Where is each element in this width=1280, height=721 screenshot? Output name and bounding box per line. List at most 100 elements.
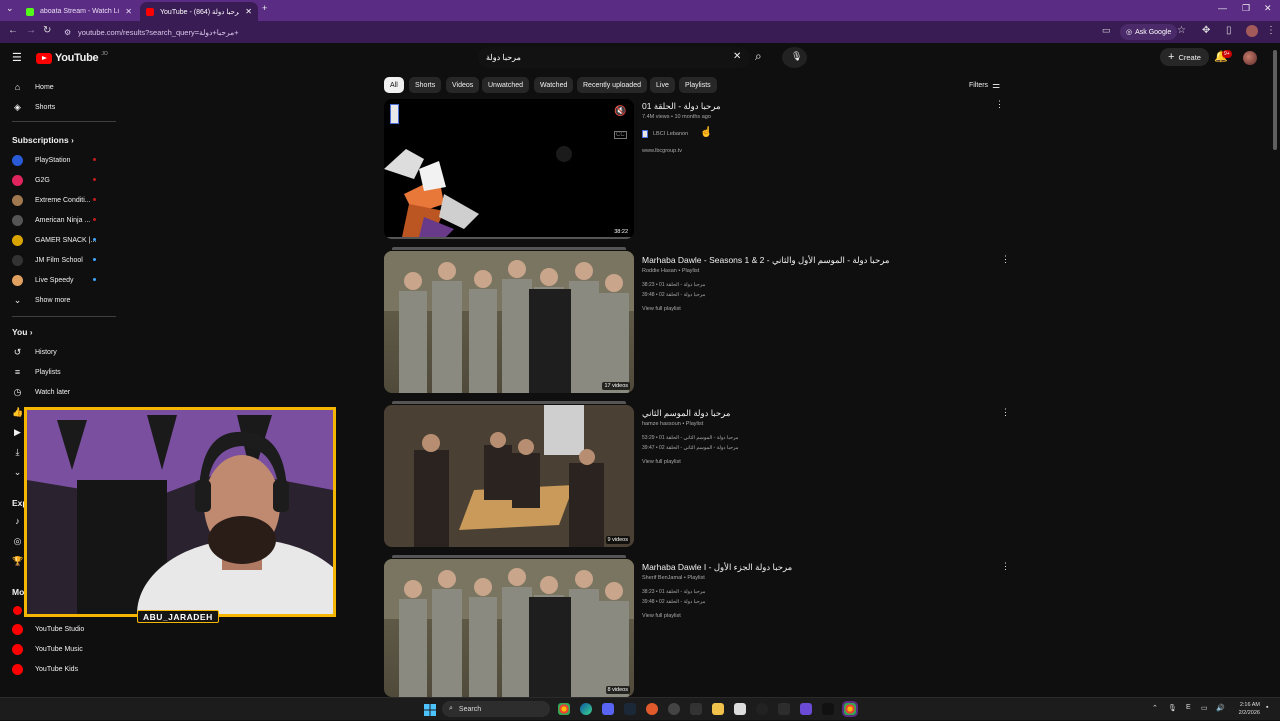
reload-icon[interactable]: ↻ <box>43 25 51 36</box>
youtube-premium-icon[interactable] <box>13 606 22 615</box>
app-taskbar-icon[interactable] <box>690 703 702 715</box>
more-actions-icon[interactable]: ⋮ <box>995 99 1004 110</box>
address-bar[interactable]: ⚙ youtube.com/results?search_query=مرحبا… <box>60 24 1110 40</box>
view-full-playlist-link[interactable]: View full playlist <box>642 613 681 619</box>
taskbar-search[interactable]: ⌕ Search <box>442 701 550 717</box>
profile-avatar[interactable] <box>1246 25 1258 37</box>
network-tray-icon[interactable]: ▭ <box>1201 704 1208 712</box>
your-videos-icon[interactable]: ▶ <box>12 427 23 438</box>
notifications-tray-icon[interactable]: ▪ <box>1266 704 1268 711</box>
sidebar-item-home[interactable]: ⌂ Home <box>12 82 54 92</box>
downloads-icon[interactable]: ⤓ <box>12 447 23 458</box>
obs-taskbar-icon[interactable] <box>646 703 658 715</box>
microphone-tray-icon[interactable]: 🎙 <box>1168 704 1177 712</box>
chip-playlists[interactable]: Playlists <box>679 77 717 93</box>
chip-live[interactable]: Live <box>650 77 675 93</box>
minimize-icon[interactable]: — <box>1218 3 1227 13</box>
more-actions-icon[interactable]: ⋮ <box>1001 407 1010 418</box>
sidebar-sub-gamer-snack[interactable]: GAMER SNACK |... <box>12 235 96 246</box>
chip-watched[interactable]: Watched <box>534 77 574 93</box>
back-arrow-icon[interactable]: ← <box>8 25 18 36</box>
more-actions-icon[interactable]: ⋮ <box>1001 254 1010 265</box>
trophy-icon[interactable]: 🏆 <box>12 556 23 567</box>
create-button[interactable]: + Create <box>1160 48 1209 66</box>
file-explorer-taskbar-icon[interactable] <box>712 703 724 715</box>
playlist-thumbnail[interactable]: 8 videos <box>384 559 634 697</box>
language-tray-icon[interactable]: E <box>1186 704 1191 711</box>
sidebar-item-playlists[interactable]: ≡ Playlists <box>12 367 61 377</box>
terminal-taskbar-icon[interactable] <box>822 703 834 715</box>
sidebar-sub-live-speedy[interactable]: Live Speedy <box>12 275 74 286</box>
playlist-episode[interactable]: 39:47 • مرحبا دولة - الموسم الثاني - الح… <box>642 445 738 451</box>
music-icon[interactable]: ♪ <box>12 516 23 526</box>
maximize-icon[interactable]: ❐ <box>1242 3 1250 14</box>
liked-videos-icon[interactable]: 👍 <box>12 407 23 418</box>
taskbar-clock[interactable]: 2:16 AM 2/2/2026 <box>1232 701 1260 717</box>
chip-shorts[interactable]: Shorts <box>409 77 442 93</box>
sidepanel-icon[interactable]: ▯ <box>1226 25 1232 36</box>
chip-recently-uploaded[interactable]: Recently uploaded <box>577 77 647 93</box>
hamburger-menu-icon[interactable]: ☰ <box>12 51 22 64</box>
sidebar-item-youtube-studio[interactable]: YouTube Studio <box>12 624 84 635</box>
playlist-title[interactable]: مرحبا دولة الموسم الثاني <box>642 408 730 419</box>
subscriptions-heading[interactable]: Subscriptions › <box>12 135 74 145</box>
playlist-episode[interactable]: 38:23 • مرحبا دولة - الحلقة 01 <box>642 282 705 288</box>
sidebar-sub-extreme-conditions[interactable]: Extreme Conditi... <box>12 195 91 206</box>
sidebar-sub-g2g[interactable]: G2G <box>12 175 50 186</box>
youtube-logo[interactable]: YouTube JO <box>36 51 108 64</box>
chevron-down-icon[interactable]: ⌄ <box>12 467 23 478</box>
view-full-playlist-link[interactable]: View full playlist <box>642 459 681 465</box>
site-info-icon[interactable]: ⚙ <box>64 28 71 37</box>
description-link[interactable]: www.lbcgroup.tv <box>642 148 682 154</box>
playlist-episode[interactable]: 39:48 • مرحبا دولة - الحلقة 02 <box>642 292 705 298</box>
chip-all[interactable]: All <box>384 77 404 93</box>
playlist-episode[interactable]: 53:29 • مرحبا دولة - الموسم الثاني - الح… <box>642 435 738 441</box>
browser-menu-icon[interactable]: ⋮ <box>1266 25 1276 36</box>
discord-taskbar-icon[interactable] <box>602 703 614 715</box>
store-taskbar-icon[interactable] <box>734 703 746 715</box>
sidebar-sub-playstation[interactable]: PlayStation <box>12 155 70 166</box>
forward-arrow-icon[interactable]: → <box>26 25 36 36</box>
you-heading[interactable]: You › <box>12 327 32 337</box>
sidebar-sub-american-ninja[interactable]: American Ninja ... <box>12 215 90 226</box>
close-tab-icon[interactable]: ✕ <box>245 7 252 16</box>
channel-row[interactable]: LBCI Lebanon <box>642 130 688 138</box>
gaming-icon[interactable]: ◎ <box>12 536 23 547</box>
chrome-taskbar-icon[interactable] <box>558 703 570 715</box>
sidebar-item-youtube-kids[interactable]: YouTube Kids <box>12 664 78 675</box>
app-taskbar-icon[interactable] <box>800 703 812 715</box>
sidebar-item-watch-later[interactable]: ◷ Watch later <box>12 387 71 398</box>
mute-icon[interactable]: 🔇 <box>614 106 626 117</box>
sidebar-sub-jm-film-school[interactable]: JM Film School <box>12 255 83 266</box>
more-actions-icon[interactable]: ⋮ <box>1001 561 1010 572</box>
volume-tray-icon[interactable]: 🔊 <box>1216 704 1225 712</box>
clear-search-icon[interactable]: ✕ <box>733 51 741 62</box>
ask-google-button[interactable]: ◎ Ask Google <box>1120 24 1178 40</box>
chrome-active-taskbar-icon[interactable] <box>844 703 856 715</box>
tab-youtube-search[interactable]: YouTube - مرحبا دولة (864) ✕ <box>140 2 258 21</box>
sidebar-show-more[interactable]: ⌄ Show more <box>12 295 71 306</box>
extensions-icon[interactable]: ✥ <box>1202 25 1210 36</box>
view-full-playlist-link[interactable]: View full playlist <box>642 306 681 312</box>
playlist-episode[interactable]: 38:23 • مرحبا دولة - الحلقة 01 <box>642 589 705 595</box>
video-title[interactable]: مرحبا دولة - الحلقة 01 <box>642 101 721 112</box>
account-avatar[interactable] <box>1243 51 1257 65</box>
close-window-icon[interactable]: ✕ <box>1264 3 1272 14</box>
sidebar-item-history[interactable]: ↺ History <box>12 347 57 358</box>
app-taskbar-icon[interactable] <box>756 703 768 715</box>
sidebar-item-youtube-music[interactable]: YouTube Music <box>12 644 83 655</box>
search-icon[interactable]: ⌕ <box>755 49 762 64</box>
windows-start-icon[interactable] <box>424 703 436 716</box>
page-scrollbar[interactable] <box>1273 50 1277 150</box>
chip-unwatched[interactable]: Unwatched <box>482 77 530 93</box>
filters-button[interactable]: Filters ⚌ <box>969 80 1000 91</box>
playlist-title[interactable]: Marhaba Dawle I - مرحبا دولة الجزء الأول <box>642 562 792 573</box>
bookmark-star-icon[interactable]: ☆ <box>1177 25 1186 36</box>
video-thumbnail[interactable]: 🔇 CC 38:22 <box>384 99 634 239</box>
app-taskbar-icon[interactable] <box>778 703 790 715</box>
cast-icon[interactable]: ▭ <box>1102 25 1111 36</box>
playlist-thumbnail[interactable]: 9 videos <box>384 405 634 547</box>
sidebar-item-shorts[interactable]: ◈ Shorts <box>12 102 55 113</box>
steam-taskbar-icon[interactable] <box>624 703 636 715</box>
playlist-episode[interactable]: 39:48 • مرحبا دولة - الحلقة 02 <box>642 599 705 605</box>
